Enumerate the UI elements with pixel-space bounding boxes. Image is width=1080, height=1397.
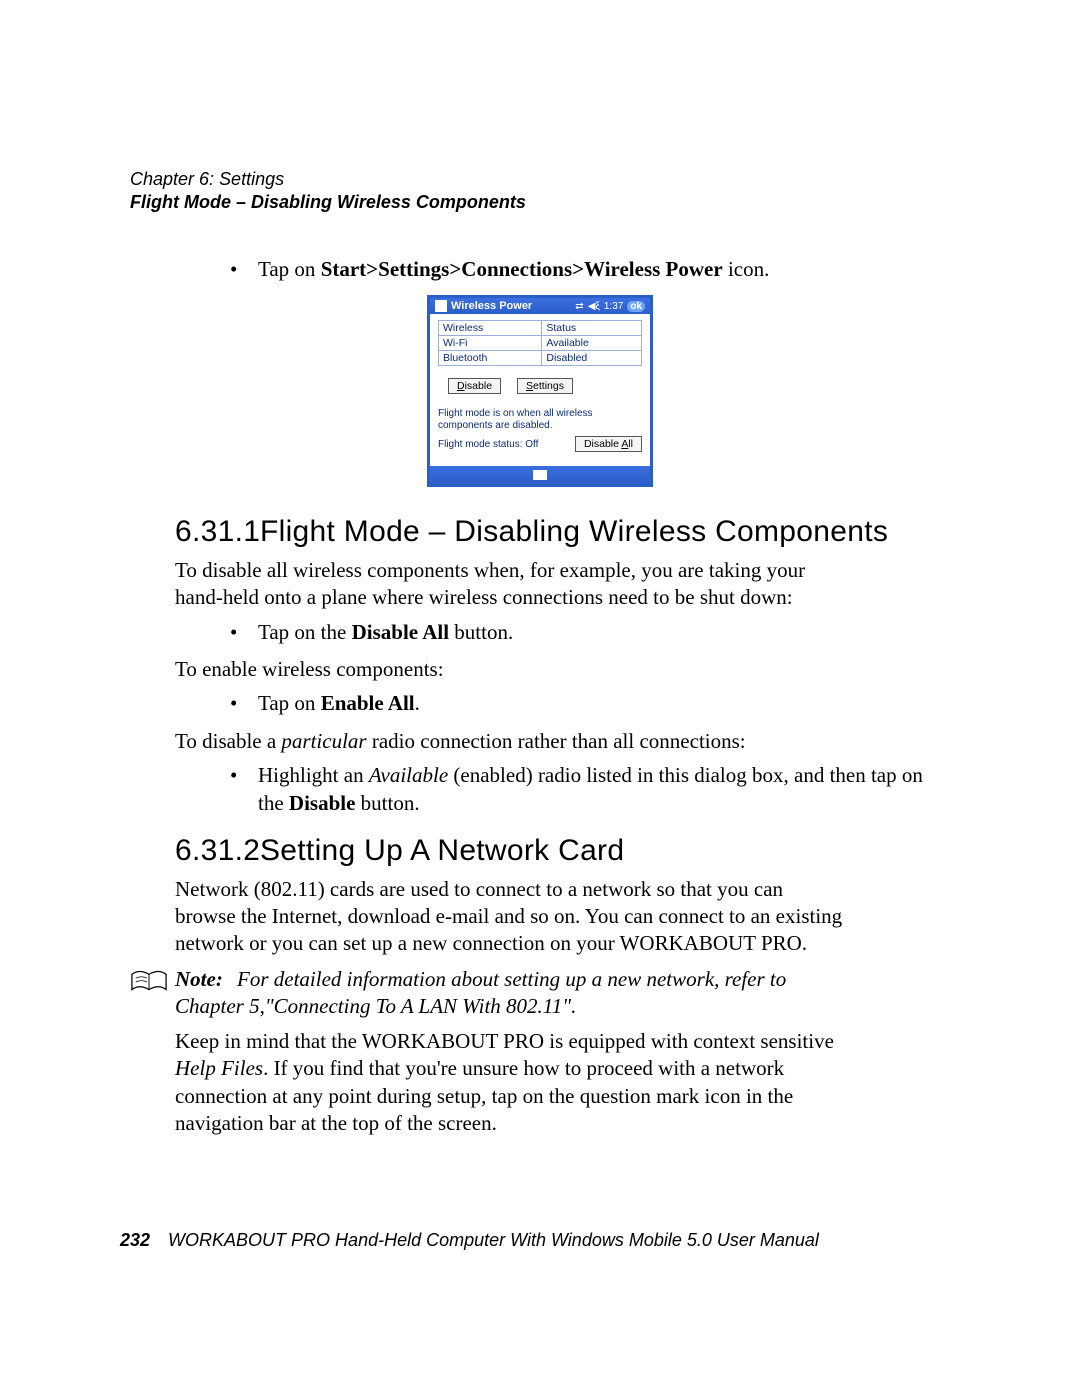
col-wireless: Wireless (439, 321, 542, 336)
wireless-table: Wireless Status Wi-Fi Available Bluetoot… (438, 320, 642, 366)
footer-text: WORKABOUT PRO Hand-Held Computer With Wi… (168, 1230, 819, 1250)
wifi-status: Available (542, 336, 642, 351)
s2-p2: Keep in mind that the WORKABOUT PRO is e… (175, 1028, 845, 1137)
table-row[interactable]: Wi-Fi Available (439, 336, 642, 351)
disable-all-button[interactable]: Disable All (575, 436, 642, 452)
intro-bullet-bold: Start>Settings>Connections>Wireless Powe… (321, 257, 723, 281)
intro-bullet: Tap on Start>Settings>Connections>Wirele… (230, 255, 950, 283)
volume-icon: ◀ξ (588, 301, 600, 312)
ok-button[interactable]: ok (627, 301, 645, 312)
s1-p1: To disable all wireless components when,… (175, 557, 845, 612)
bluetooth-cell: Bluetooth (439, 351, 542, 366)
chapter-line: Chapter 6: Settings (130, 168, 950, 191)
wifi-cell: Wi-Fi (439, 336, 542, 351)
window-titlebar: Wireless Power ⇄ ◀ξ 1:37 ok (430, 298, 650, 314)
page-number: 232 (120, 1230, 150, 1250)
settings-button[interactable]: Settings (517, 378, 573, 394)
s1-p3: To disable a particular radio connection… (175, 728, 845, 755)
intro-bullet-post: icon. (723, 257, 770, 281)
s1-bullet-3: Highlight an Available (enabled) radio l… (230, 761, 950, 818)
note-text: Note:For detailed information about sett… (175, 966, 845, 1021)
keyboard-icon[interactable] (533, 470, 547, 480)
section-num: 6.31.1 (175, 515, 260, 549)
section-title: Flight Mode – Disabling Wireless Compone… (260, 515, 888, 548)
window-bottom-bar (430, 466, 650, 484)
s1-bullet-2: Tap on Enable All. (230, 689, 950, 717)
window-title: Wireless Power (451, 300, 532, 312)
disable-button[interactable]: Disable (448, 378, 501, 394)
section-6-31-1-heading: 6.31.1Flight Mode – Disabling Wireless C… (175, 515, 950, 549)
embedded-screenshot: Wireless Power ⇄ ◀ξ 1:37 ok Wireless Sta… (427, 295, 653, 487)
note-body: For detailed information about setting u… (175, 967, 786, 1018)
intro-bullet-pre: Tap on (258, 257, 321, 281)
chapter-header: Chapter 6: Settings Flight Mode – Disabl… (130, 168, 950, 215)
flight-mode-note: Flight mode is on when all wireless comp… (430, 408, 650, 432)
section-title: Setting Up A Network Card (260, 834, 624, 867)
s2-p1: Network (802.11) cards are used to conne… (175, 876, 845, 958)
flight-mode-status: Flight mode status: Off (438, 439, 538, 450)
note-label: Note: (175, 966, 237, 993)
section-num: 6.31.2 (175, 834, 260, 868)
book-icon (130, 966, 175, 1001)
section-6-31-2-heading: 6.31.2Setting Up A Network Card (175, 834, 950, 868)
signal-icon: ⇄ (575, 301, 583, 312)
note-block: Note:For detailed information about sett… (130, 966, 950, 1021)
col-status: Status (542, 321, 642, 336)
s1-p2: To enable wireless components: (175, 656, 845, 683)
bluetooth-status: Disabled (542, 351, 642, 366)
clock-text: 1:37 (604, 301, 623, 312)
page-footer: 232 WORKABOUT PRO Hand-Held Computer With… (120, 1230, 819, 1251)
s1-bullet-1: Tap on the Disable All button. (230, 618, 950, 646)
start-icon (435, 300, 447, 312)
table-row[interactable]: Bluetooth Disabled (439, 351, 642, 366)
chapter-subtitle: Flight Mode – Disabling Wireless Compone… (130, 191, 950, 214)
